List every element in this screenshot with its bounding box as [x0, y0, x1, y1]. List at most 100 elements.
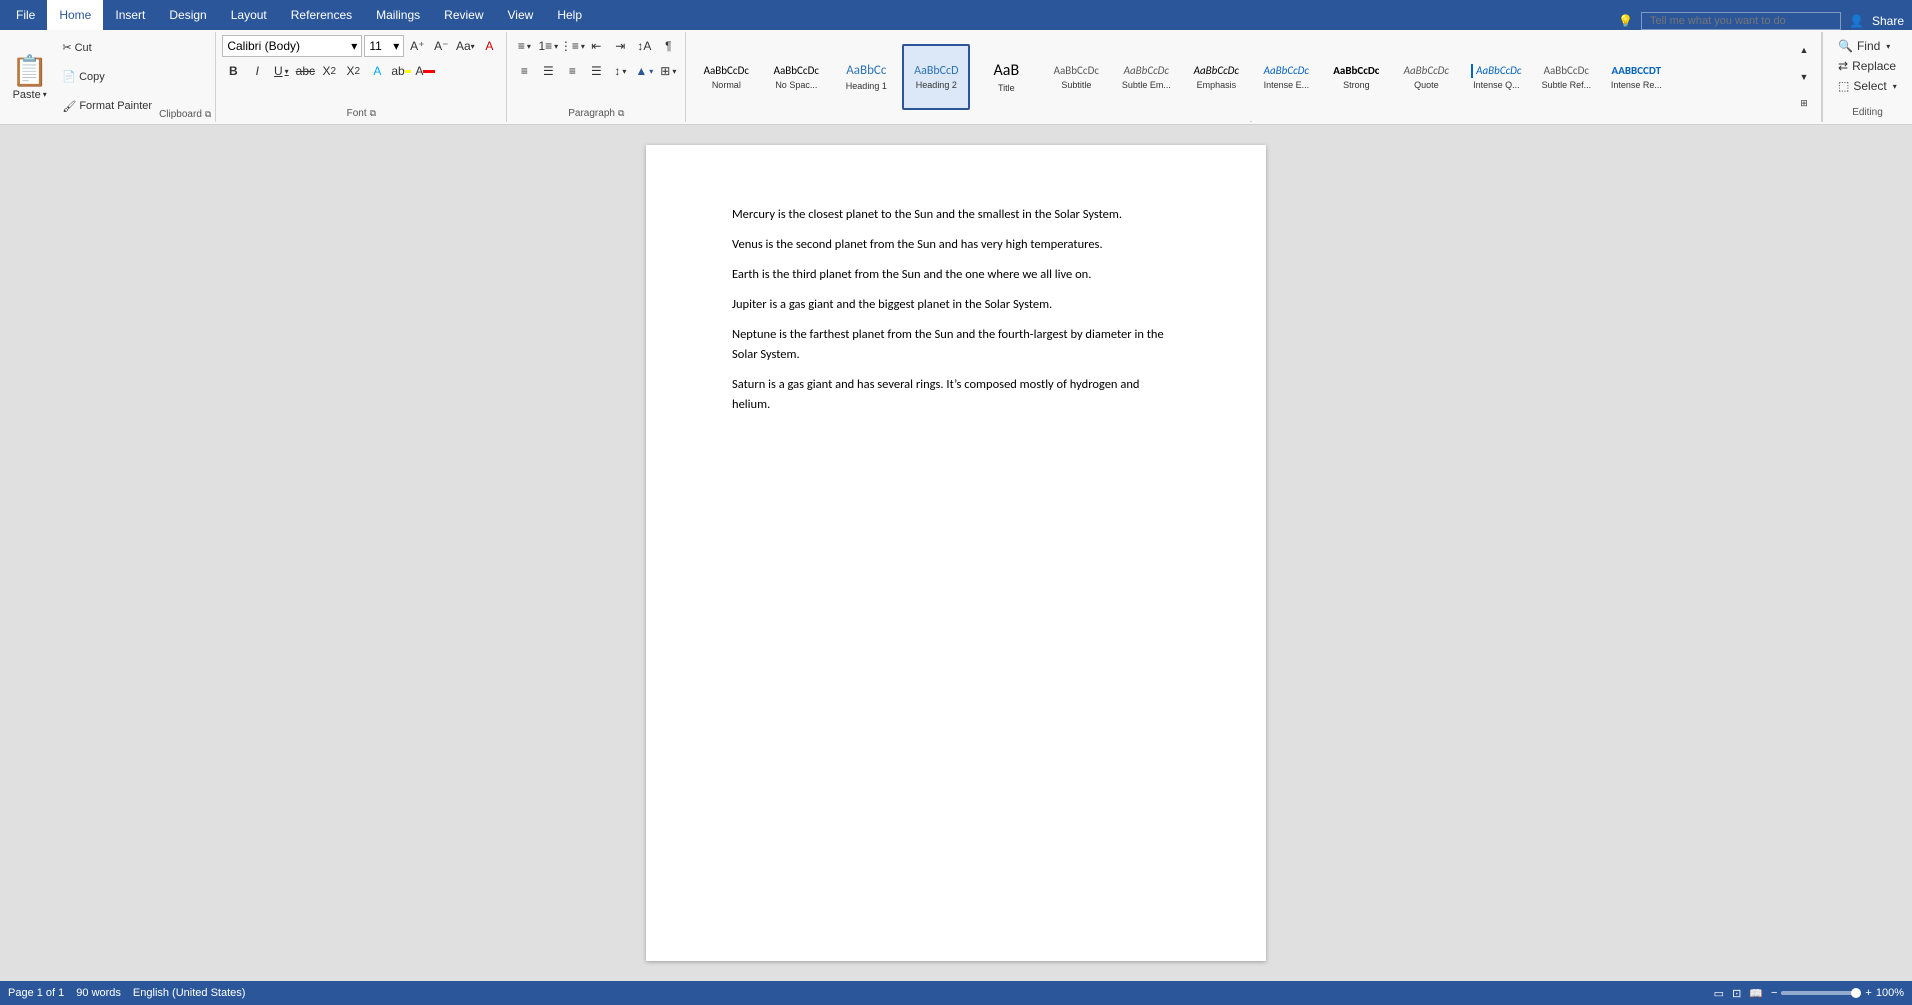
style-item-no-space[interactable]: AaBbCcDcNo Spac...: [762, 44, 830, 110]
style-item-heading2[interactable]: AaBbCcDHeading 2: [902, 44, 970, 110]
find-dropdown-arrow[interactable]: ▾: [1886, 42, 1890, 51]
tab-references[interactable]: References: [279, 0, 364, 30]
styles-more[interactable]: ⊞: [1793, 93, 1815, 115]
highlight-color-button[interactable]: ab: [390, 60, 412, 82]
tab-layout[interactable]: Layout: [219, 0, 279, 30]
style-item-intense-em[interactable]: AaBbCcDcIntense E...: [1252, 44, 1320, 110]
select-dropdown-arrow[interactable]: ▾: [1893, 82, 1897, 91]
paste-label: Paste: [13, 89, 41, 101]
subscript-button[interactable]: X2: [318, 60, 340, 82]
find-button[interactable]: 🔍 Find ▾: [1831, 36, 1904, 56]
sort-button[interactable]: ↕A: [633, 35, 655, 57]
increase-indent-button[interactable]: ⇥: [609, 35, 631, 57]
print-layout-icon[interactable]: ▭: [1714, 987, 1724, 1000]
font-expand-icon[interactable]: ⧉: [370, 108, 376, 119]
doc-paragraph[interactable]: Jupiter is a gas giant and the biggest p…: [732, 295, 1180, 315]
doc-paragraph[interactable]: Mercury is the closest planet to the Sun…: [732, 205, 1180, 225]
numbering-button[interactable]: 1≡▾: [537, 35, 559, 57]
style-preview-subtle-ref: AaBbCcDc: [1544, 64, 1589, 77]
doc-paragraph[interactable]: Saturn is a gas giant and has several ri…: [732, 375, 1180, 415]
zoom-slider[interactable]: [1781, 991, 1861, 995]
tab-help[interactable]: Help: [545, 0, 594, 30]
style-item-intense-q[interactable]: AaBbCcDcIntense Q...: [1462, 44, 1530, 110]
tab-mailings[interactable]: Mailings: [364, 0, 432, 30]
doc-paragraph[interactable]: Neptune is the farthest planet from the …: [732, 325, 1180, 365]
zoom-in-button[interactable]: +: [1865, 987, 1871, 999]
bold-button[interactable]: B: [222, 60, 244, 82]
text-effects-button[interactable]: A: [366, 60, 388, 82]
strikethrough-button[interactable]: abc: [294, 60, 316, 82]
replace-button[interactable]: ⇄ Replace: [1831, 56, 1904, 76]
style-item-subtle-em[interactable]: AaBbCcDcSubtle Em...: [1112, 44, 1180, 110]
style-name-intense-em: Intense E...: [1264, 80, 1310, 90]
bullets-button[interactable]: ≡▾: [513, 35, 535, 57]
style-item-intense-ref[interactable]: AABBCCDTIntense Re...: [1602, 44, 1670, 110]
style-preview-intense-ref: AABBCCDT: [1612, 64, 1662, 77]
cut-button[interactable]: ✂ Cut: [57, 38, 157, 57]
paste-dropdown-arrow[interactable]: ▾: [43, 90, 47, 99]
style-preview-heading2: AaBbCcD: [914, 64, 958, 78]
style-item-emphasis[interactable]: AaBbCcDcEmphasis: [1182, 44, 1250, 110]
tell-me-input[interactable]: [1641, 12, 1841, 30]
select-button[interactable]: ⬚ Select ▾: [1831, 76, 1904, 96]
doc-paragraph[interactable]: Venus is the second planet from the Sun …: [732, 235, 1180, 255]
style-item-heading1[interactable]: AaBbCcHeading 1: [832, 44, 900, 110]
style-preview-quote: AaBbCcDc: [1404, 64, 1449, 77]
styles-scroll-up[interactable]: ▲: [1793, 39, 1815, 61]
change-case-button[interactable]: Aa▾: [454, 35, 476, 57]
style-item-title[interactable]: AaBTitle: [972, 44, 1040, 110]
underline-button[interactable]: U▾: [270, 60, 292, 82]
paste-icon: 📋: [11, 54, 48, 89]
styles-scroll-down[interactable]: ▼: [1793, 66, 1815, 88]
web-layout-icon[interactable]: ⊡: [1732, 987, 1741, 1000]
tab-home[interactable]: Home: [47, 0, 103, 30]
clear-formatting-button[interactable]: A: [478, 35, 500, 57]
highlight-color-indicator: [405, 70, 412, 73]
clipboard-expand-icon[interactable]: ⧉: [205, 109, 211, 120]
align-right-button[interactable]: ≡: [561, 60, 583, 82]
decrease-indent-button[interactable]: ⇤: [585, 35, 607, 57]
doc-paragraph[interactable]: Earth is the third planet from the Sun a…: [732, 265, 1180, 285]
tab-view[interactable]: View: [496, 0, 546, 30]
line-spacing-button[interactable]: ↕▾: [609, 60, 631, 82]
align-left-button[interactable]: ≡: [513, 60, 535, 82]
tab-file[interactable]: File: [4, 0, 47, 30]
increase-font-button[interactable]: A⁺: [406, 35, 428, 57]
font-name-arrow: ▾: [351, 39, 357, 53]
justify-button[interactable]: ☰: [585, 60, 607, 82]
format-painter-icon: 🖌: [62, 100, 76, 113]
zoom-level: 100%: [1876, 987, 1904, 999]
paste-button[interactable]: 📋 Paste ▾: [4, 34, 55, 120]
font-name-selector[interactable]: Calibri (Body) ▾: [222, 35, 362, 57]
read-mode-icon[interactable]: 📖: [1749, 987, 1763, 1000]
shading-button[interactable]: ▲▾: [633, 60, 655, 82]
borders-button[interactable]: ⊞▾: [657, 60, 679, 82]
zoom-out-button[interactable]: −: [1771, 987, 1777, 999]
style-item-normal[interactable]: AaBbCcDcNormal: [692, 44, 760, 110]
style-item-subtle-ref[interactable]: AaBbCcDcSubtle Ref...: [1532, 44, 1600, 110]
format-painter-button[interactable]: 🖌 Format Painter: [57, 97, 157, 116]
tab-insert[interactable]: Insert: [103, 0, 157, 30]
tab-design[interactable]: Design: [157, 0, 218, 30]
share-button[interactable]: Share: [1872, 14, 1904, 28]
tab-review[interactable]: Review: [432, 0, 495, 30]
style-item-strong[interactable]: AaBbCcDcStrong: [1322, 44, 1390, 110]
decrease-font-button[interactable]: A⁻: [430, 35, 452, 57]
styles-expand-icon[interactable]: ⧉: [1266, 121, 1272, 122]
style-name-title: Title: [998, 83, 1015, 93]
superscript-button[interactable]: X2: [342, 60, 364, 82]
font-color-button[interactable]: A: [414, 60, 436, 82]
show-formatting-button[interactable]: ¶: [657, 35, 679, 57]
copy-button[interactable]: 📄 Copy: [57, 67, 157, 86]
multilevel-list-button[interactable]: ⋮≡▾: [561, 35, 583, 57]
document-page[interactable]: Mercury is the closest planet to the Sun…: [646, 145, 1266, 961]
font-size-selector[interactable]: 11 ▾: [364, 35, 404, 57]
italic-button[interactable]: I: [246, 60, 268, 82]
style-item-quote[interactable]: AaBbCcDcQuote: [1392, 44, 1460, 110]
style-item-subtitle[interactable]: AaBbCcDcSubtitle: [1042, 44, 1110, 110]
page-info: Page 1 of 1: [8, 987, 64, 999]
font-row1: Calibri (Body) ▾ 11 ▾ A⁺ A⁻ Aa▾ A: [222, 35, 500, 57]
paragraph-expand-icon[interactable]: ⧉: [618, 108, 624, 119]
lightbulb-icon: 💡: [1618, 14, 1633, 28]
align-center-button[interactable]: ☰: [537, 60, 559, 82]
